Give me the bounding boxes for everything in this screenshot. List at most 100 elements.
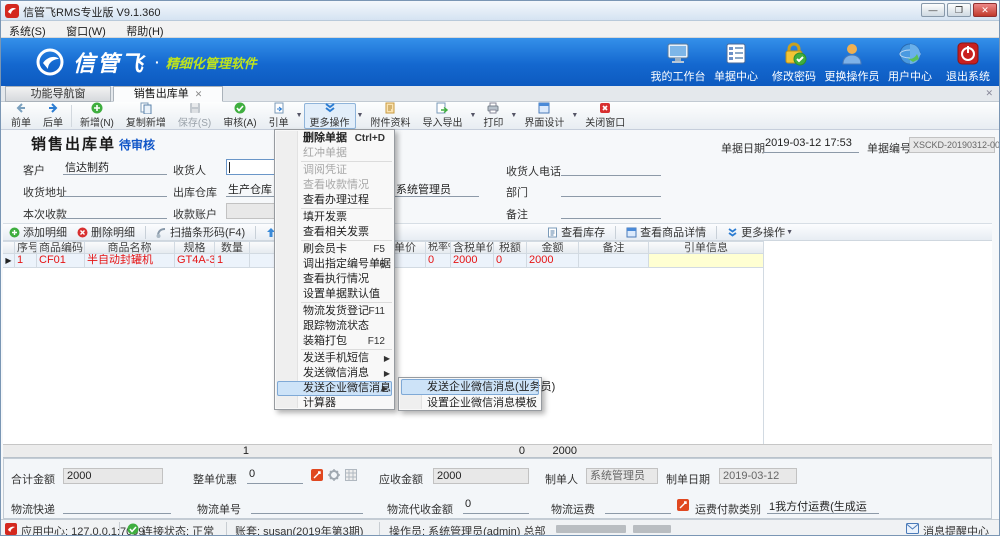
menu-item-packing[interactable]: 装箱打包F12 xyxy=(275,334,394,349)
attachment-button[interactable]: 附件资料 xyxy=(364,103,416,129)
maximize-button[interactable]: ❐ xyxy=(947,3,971,17)
menu-item-red-reverse[interactable]: 红冲单据 xyxy=(275,146,394,161)
import-export-button[interactable]: 导入导出 xyxy=(416,103,468,129)
audit-button[interactable]: 审核(A) xyxy=(217,103,262,129)
print-button[interactable]: 打印 xyxy=(477,103,509,129)
more-dropdown-caret[interactable]: ▼ xyxy=(357,112,364,119)
calc-grid-icon[interactable] xyxy=(345,469,357,481)
add-detail-button[interactable]: 添加明细 xyxy=(9,224,67,240)
tab-nav-window[interactable]: 功能导航窗 xyxy=(5,86,111,102)
col-spec[interactable]: 规格 xyxy=(175,241,215,254)
menu-item-fill-invoice[interactable]: 填开发票 xyxy=(275,210,394,225)
menu-item-view-voucher[interactable]: 调阅凭证 xyxy=(275,163,394,178)
menu-item-view-receipts[interactable]: 查看收款情况 xyxy=(275,178,394,193)
doc-date-field[interactable]: 2019-03-12 17:53 xyxy=(763,137,859,153)
discount-field[interactable]: 0 xyxy=(247,468,303,484)
tabbar-close-icon[interactable]: ✕ xyxy=(985,88,993,99)
message-center-link[interactable]: 消息提醒中心 xyxy=(923,523,989,536)
menu-item-track-logistics[interactable]: 跟踪物流状态 xyxy=(275,319,394,334)
copy-new-button[interactable]: 复制新增 xyxy=(120,103,172,129)
import-export-caret[interactable]: ▼ xyxy=(469,112,476,119)
menu-item-send-sms[interactable]: 发送手机短信▶ xyxy=(275,351,394,366)
close-tab-button[interactable]: 关闭窗口 xyxy=(579,103,631,129)
cell-ref-info[interactable] xyxy=(649,254,764,268)
menu-item-view-related-invoice[interactable]: 查看相关发票 xyxy=(275,225,394,240)
menu-item-recall-doc-by-no[interactable]: 调出指定编号单据F6 xyxy=(275,257,394,272)
next-doc-button[interactable]: 后单 xyxy=(37,103,69,129)
address-field[interactable] xyxy=(63,181,167,197)
cell-tax-price[interactable]: 2000 xyxy=(451,254,494,268)
menu-item-calculator[interactable]: 计算器 xyxy=(275,396,394,411)
gear-icon[interactable] xyxy=(328,469,340,481)
submenu-item-send-work-wechat-salesman[interactable]: 发送企业微信消息(业务员) xyxy=(401,379,539,395)
view-product-detail-button[interactable]: 查看商品详情 xyxy=(626,224,706,240)
menu-item-set-defaults[interactable]: 设置单据默认值 xyxy=(275,287,394,302)
workbench-button[interactable]: 我的工作台 xyxy=(649,42,707,84)
prev-doc-button[interactable]: 前单 xyxy=(5,103,37,129)
cell-name[interactable]: 半自动封罐机 xyxy=(85,254,175,268)
edit-tag-icon[interactable] xyxy=(677,499,689,511)
freight-field[interactable] xyxy=(605,498,671,514)
view-stock-button[interactable]: 查看库存 xyxy=(547,224,605,240)
submenu-item-set-work-wechat-template[interactable]: 设置企业微信消息模板 xyxy=(399,395,541,411)
menu-item-send-work-wechat[interactable]: 发送企业微信消息▶ xyxy=(277,381,392,396)
menu-item-logistics-register[interactable]: 物流发货登记F11 xyxy=(275,304,394,319)
save-button[interactable]: 保存(S) xyxy=(172,103,217,129)
minimize-button[interactable]: — xyxy=(921,3,945,17)
remark-field[interactable] xyxy=(561,203,661,219)
col-code[interactable]: 商品编码 xyxy=(37,241,85,254)
cell-spec[interactable]: GT4A-3 xyxy=(175,254,215,268)
col-tax-price[interactable]: 含税单价 xyxy=(451,241,494,254)
cell-seq[interactable]: 1 xyxy=(15,254,37,268)
delete-detail-button[interactable]: 删除明细 xyxy=(77,224,135,240)
detail-more-operations-button[interactable]: 更多操作▼ xyxy=(727,224,794,240)
menu-item-delete-doc[interactable]: 删除单据Ctrl+D xyxy=(275,131,394,146)
cell-tax-rate[interactable]: 0 xyxy=(426,254,451,268)
menu-item-send-wechat[interactable]: 发送微信消息▶ xyxy=(275,366,394,381)
phone-field[interactable] xyxy=(561,160,661,176)
dept-field[interactable] xyxy=(561,181,661,197)
col-seq[interactable]: 序号 xyxy=(15,241,37,254)
document-center-button[interactable]: 单据中心 xyxy=(707,42,765,84)
payment-field[interactable] xyxy=(63,203,167,219)
col-ref-info[interactable]: 引单信息 xyxy=(649,241,764,254)
cod-field[interactable]: 0 xyxy=(463,498,529,514)
ui-design-caret[interactable]: ▼ xyxy=(571,112,578,119)
customer-field[interactable]: 信达制药 xyxy=(63,159,167,175)
col-remark[interactable]: 备注 xyxy=(579,241,649,254)
col-tax-rate[interactable]: 税率% xyxy=(426,241,451,254)
print-caret[interactable]: ▼ xyxy=(510,112,517,119)
ui-design-button[interactable]: 界面设计 xyxy=(518,103,570,129)
cell-qty[interactable]: 1 xyxy=(215,254,250,268)
title-bar: 信管飞RMS专业版 V9.1.360 — ❐ ✕ xyxy=(1,1,1000,21)
col-name[interactable]: 商品名称 xyxy=(85,241,175,254)
close-window-button[interactable]: ✕ xyxy=(973,3,997,17)
tab-sales-outbound[interactable]: 销售出库单✕ xyxy=(113,86,223,102)
scan-barcode-button[interactable]: 扫描条形码(F4) xyxy=(156,224,245,240)
col-qty[interactable]: 数量 xyxy=(215,241,250,254)
change-password-button[interactable]: 修改密码 xyxy=(765,42,823,84)
cell-tax[interactable]: 0 xyxy=(494,254,527,268)
edit-tag-icon[interactable] xyxy=(311,469,323,481)
cell-code[interactable]: CF01 xyxy=(37,254,85,268)
menu-item-view-process[interactable]: 查看办理过程 xyxy=(275,193,394,208)
salesman-field[interactable]: 系统管理员 xyxy=(394,181,479,197)
cell-amount[interactable]: 2000 xyxy=(527,254,579,268)
menu-item-swipe-member-card[interactable]: 刷会员卡F5 xyxy=(275,242,394,257)
switch-operator-button[interactable]: 更换操作员 xyxy=(823,42,881,84)
col-amount[interactable]: 金额 xyxy=(527,241,579,254)
cell-remark[interactable] xyxy=(579,254,649,268)
ref-doc-button[interactable]: 引单 xyxy=(263,103,295,129)
ref-dropdown-caret[interactable]: ▼ xyxy=(296,112,303,119)
col-tax[interactable]: 税额 xyxy=(494,241,527,254)
freight-type-field[interactable]: 1我方付运费(生成运 xyxy=(767,498,879,514)
new-button[interactable]: 新增(N) xyxy=(74,103,120,129)
tab-close-icon[interactable]: ✕ xyxy=(195,89,203,99)
total-qty: 1 xyxy=(215,445,249,457)
express-field[interactable] xyxy=(63,498,171,514)
more-operations-button[interactable]: 更多操作 xyxy=(304,103,356,129)
trackno-field[interactable] xyxy=(251,498,363,514)
exit-system-button[interactable]: 退出系统 xyxy=(939,42,997,84)
user-center-button[interactable]: 用户中心 xyxy=(881,42,939,84)
menu-item-view-execution[interactable]: 查看执行情况 xyxy=(275,272,394,287)
